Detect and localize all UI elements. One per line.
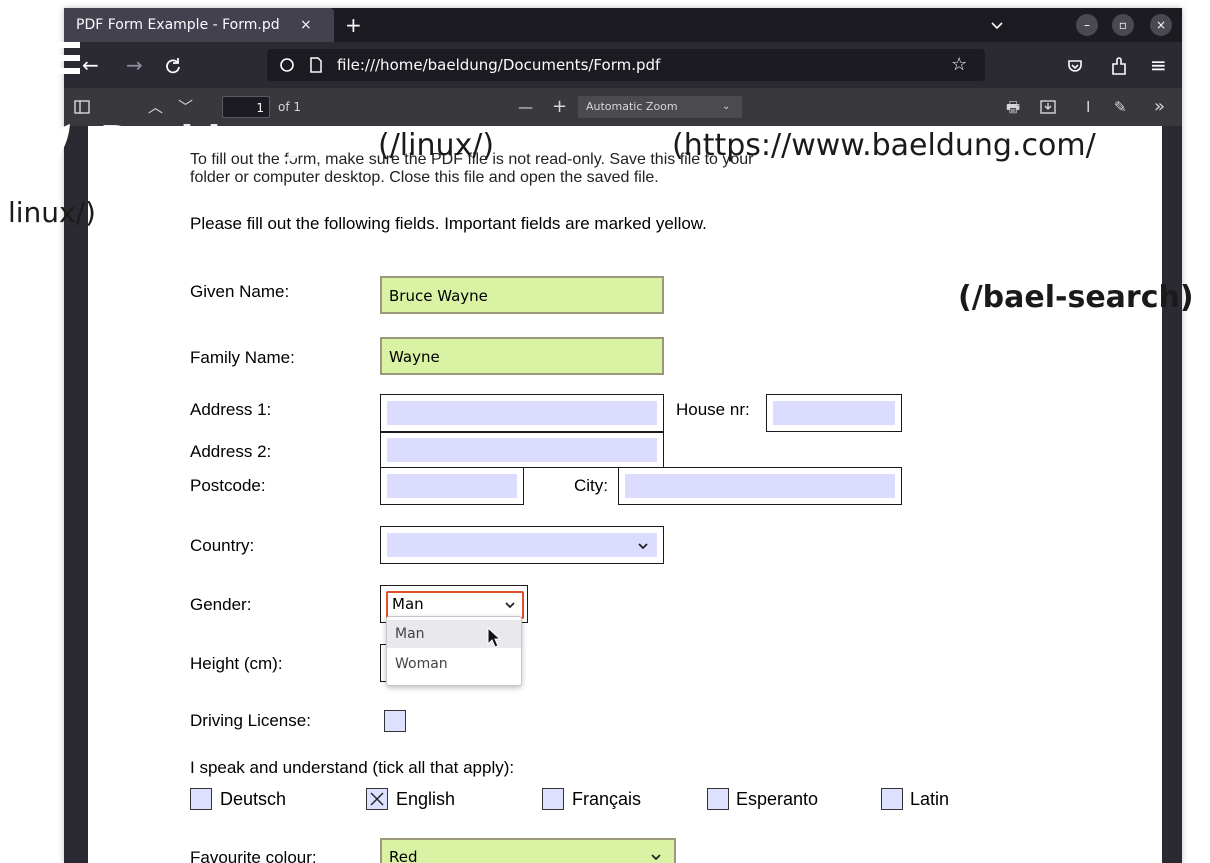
gender-label: Gender: (190, 595, 252, 614)
chevron-down-icon: ⌄ (722, 101, 731, 112)
address1-label: Address 1: (190, 400, 272, 419)
menu-icon[interactable]: ≡ (1150, 52, 1167, 78)
save-icon[interactable] (1040, 99, 1056, 115)
english-checkbox[interactable] (366, 788, 388, 810)
draw-tool-icon[interactable]: ✎ (1114, 88, 1127, 126)
instructions-text: Please fill out the following fields. Im… (190, 214, 707, 233)
gender-dropdown: Man Woman (386, 616, 522, 686)
page-number-input[interactable]: 1 (222, 96, 270, 118)
family-name-label: Family Name: (190, 348, 295, 367)
navigation-bar: ← → file:///home/baeldung/Documents/Form… (64, 42, 1182, 88)
tab-title: PDF Form Example - Form.pd (76, 17, 280, 33)
favourite-colour-select[interactable]: Red (380, 838, 676, 863)
print-icon[interactable]: 🖶 (1006, 88, 1020, 126)
driving-license-label: Driving License: (190, 711, 311, 730)
more-tools-icon[interactable]: » (1154, 88, 1165, 126)
minimize-icon[interactable]: – (1076, 14, 1098, 36)
checkmark-x-icon (370, 792, 384, 806)
city-field[interactable] (618, 467, 902, 505)
bookmark-star-icon[interactable]: ☆ (951, 49, 967, 81)
esperanto-checkbox[interactable] (707, 788, 729, 810)
esperanto-label: Esperanto (736, 789, 819, 809)
shield-icon[interactable] (279, 57, 295, 73)
close-window-icon[interactable]: × (1150, 14, 1172, 36)
deutsch-checkbox[interactable] (190, 788, 212, 810)
sidebar-toggle-icon[interactable] (74, 99, 90, 115)
zoom-level: Automatic Zoom (586, 100, 678, 113)
chevron-down-icon (638, 543, 648, 550)
languages-label: I speak and understand (tick all that ap… (190, 758, 515, 777)
zoom-out-icon[interactable]: — (518, 88, 533, 126)
address1-field[interactable] (380, 394, 664, 432)
latin-label: Latin (910, 789, 950, 809)
address2-field[interactable] (380, 432, 664, 468)
height-label: Height (cm): (190, 654, 283, 673)
given-name-value: Bruce Wayne (389, 287, 488, 305)
linux-url-continuation[interactable]: linux/) (8, 196, 96, 229)
bael-search-link[interactable]: (/bael-search) (958, 280, 1194, 315)
dropdown-option-woman[interactable]: Woman (387, 650, 521, 678)
linux-link-text[interactable]: (/linux/) (378, 128, 494, 163)
tab-list-chevron-icon[interactable] (990, 18, 1004, 32)
zoom-in-icon[interactable]: + (552, 88, 567, 126)
forward-icon[interactable]: → (126, 52, 143, 78)
baeldung-leaf-logo-icon[interactable] (34, 122, 72, 174)
page-icon[interactable] (309, 57, 323, 73)
house-nr-label: House nr: (676, 400, 750, 419)
driving-license-checkbox[interactable] (384, 710, 406, 732)
intro-line-2: folder or computer desktop. Close this f… (190, 169, 659, 186)
linux-url-text[interactable]: (https://www.baeldung.com/ (672, 128, 1096, 163)
tab-close-icon[interactable]: × (300, 8, 312, 42)
extensions-icon[interactable] (1110, 56, 1128, 76)
family-name-field[interactable]: Wayne (380, 337, 664, 375)
city-label: City: (574, 476, 608, 495)
chevron-down-icon (651, 854, 661, 861)
family-name-value: Wayne (389, 348, 440, 366)
baeldung-logo-text[interactable]: Baeldung (100, 118, 302, 162)
pdf-page: To fill out the form, make sure the PDF … (88, 126, 1162, 863)
address-bar[interactable]: file:///home/baeldung/Documents/Form.pdf… (267, 49, 985, 81)
pocket-icon[interactable] (1066, 57, 1084, 75)
back-icon[interactable]: ← (82, 52, 99, 78)
linux-category-text[interactable]: Linux (546, 132, 605, 157)
country-select[interactable] (380, 526, 664, 564)
address2-label: Address 2: (190, 442, 272, 461)
zoom-select[interactable]: Automatic Zoom ⌄ (578, 96, 742, 118)
house-nr-field[interactable] (766, 394, 902, 432)
browser-tab[interactable]: PDF Form Example - Form.pd × (64, 8, 334, 42)
country-label: Country: (190, 536, 255, 555)
hamburger-menu-icon[interactable] (38, 40, 82, 78)
postcode-label: Postcode: (190, 476, 266, 495)
new-tab-icon[interactable]: + (345, 8, 362, 42)
given-name-label: Given Name: (190, 282, 290, 301)
reload-icon[interactable] (164, 57, 182, 75)
english-label: English (396, 789, 456, 809)
favourite-colour-value: Red (389, 848, 418, 863)
given-name-field[interactable]: Bruce Wayne (380, 276, 664, 314)
francais-label: Français (572, 789, 642, 809)
tab-bar: PDF Form Example - Form.pd × + – ▫ × (64, 8, 1182, 42)
francais-checkbox[interactable] (542, 788, 564, 810)
latin-checkbox[interactable] (881, 788, 903, 810)
gender-value: Man (392, 595, 424, 613)
favourite-colour-label: Favourite colour: (190, 848, 317, 863)
restore-icon[interactable]: ▫ (1112, 14, 1134, 36)
url-text[interactable]: file:///home/baeldung/Documents/Form.pdf (337, 49, 660, 81)
text-tool-icon[interactable]: I (1086, 88, 1090, 126)
deutsch-label: Deutsch (220, 789, 287, 809)
postcode-field[interactable] (380, 467, 524, 505)
mouse-cursor-icon (487, 627, 502, 648)
chevron-down-icon (505, 602, 515, 609)
